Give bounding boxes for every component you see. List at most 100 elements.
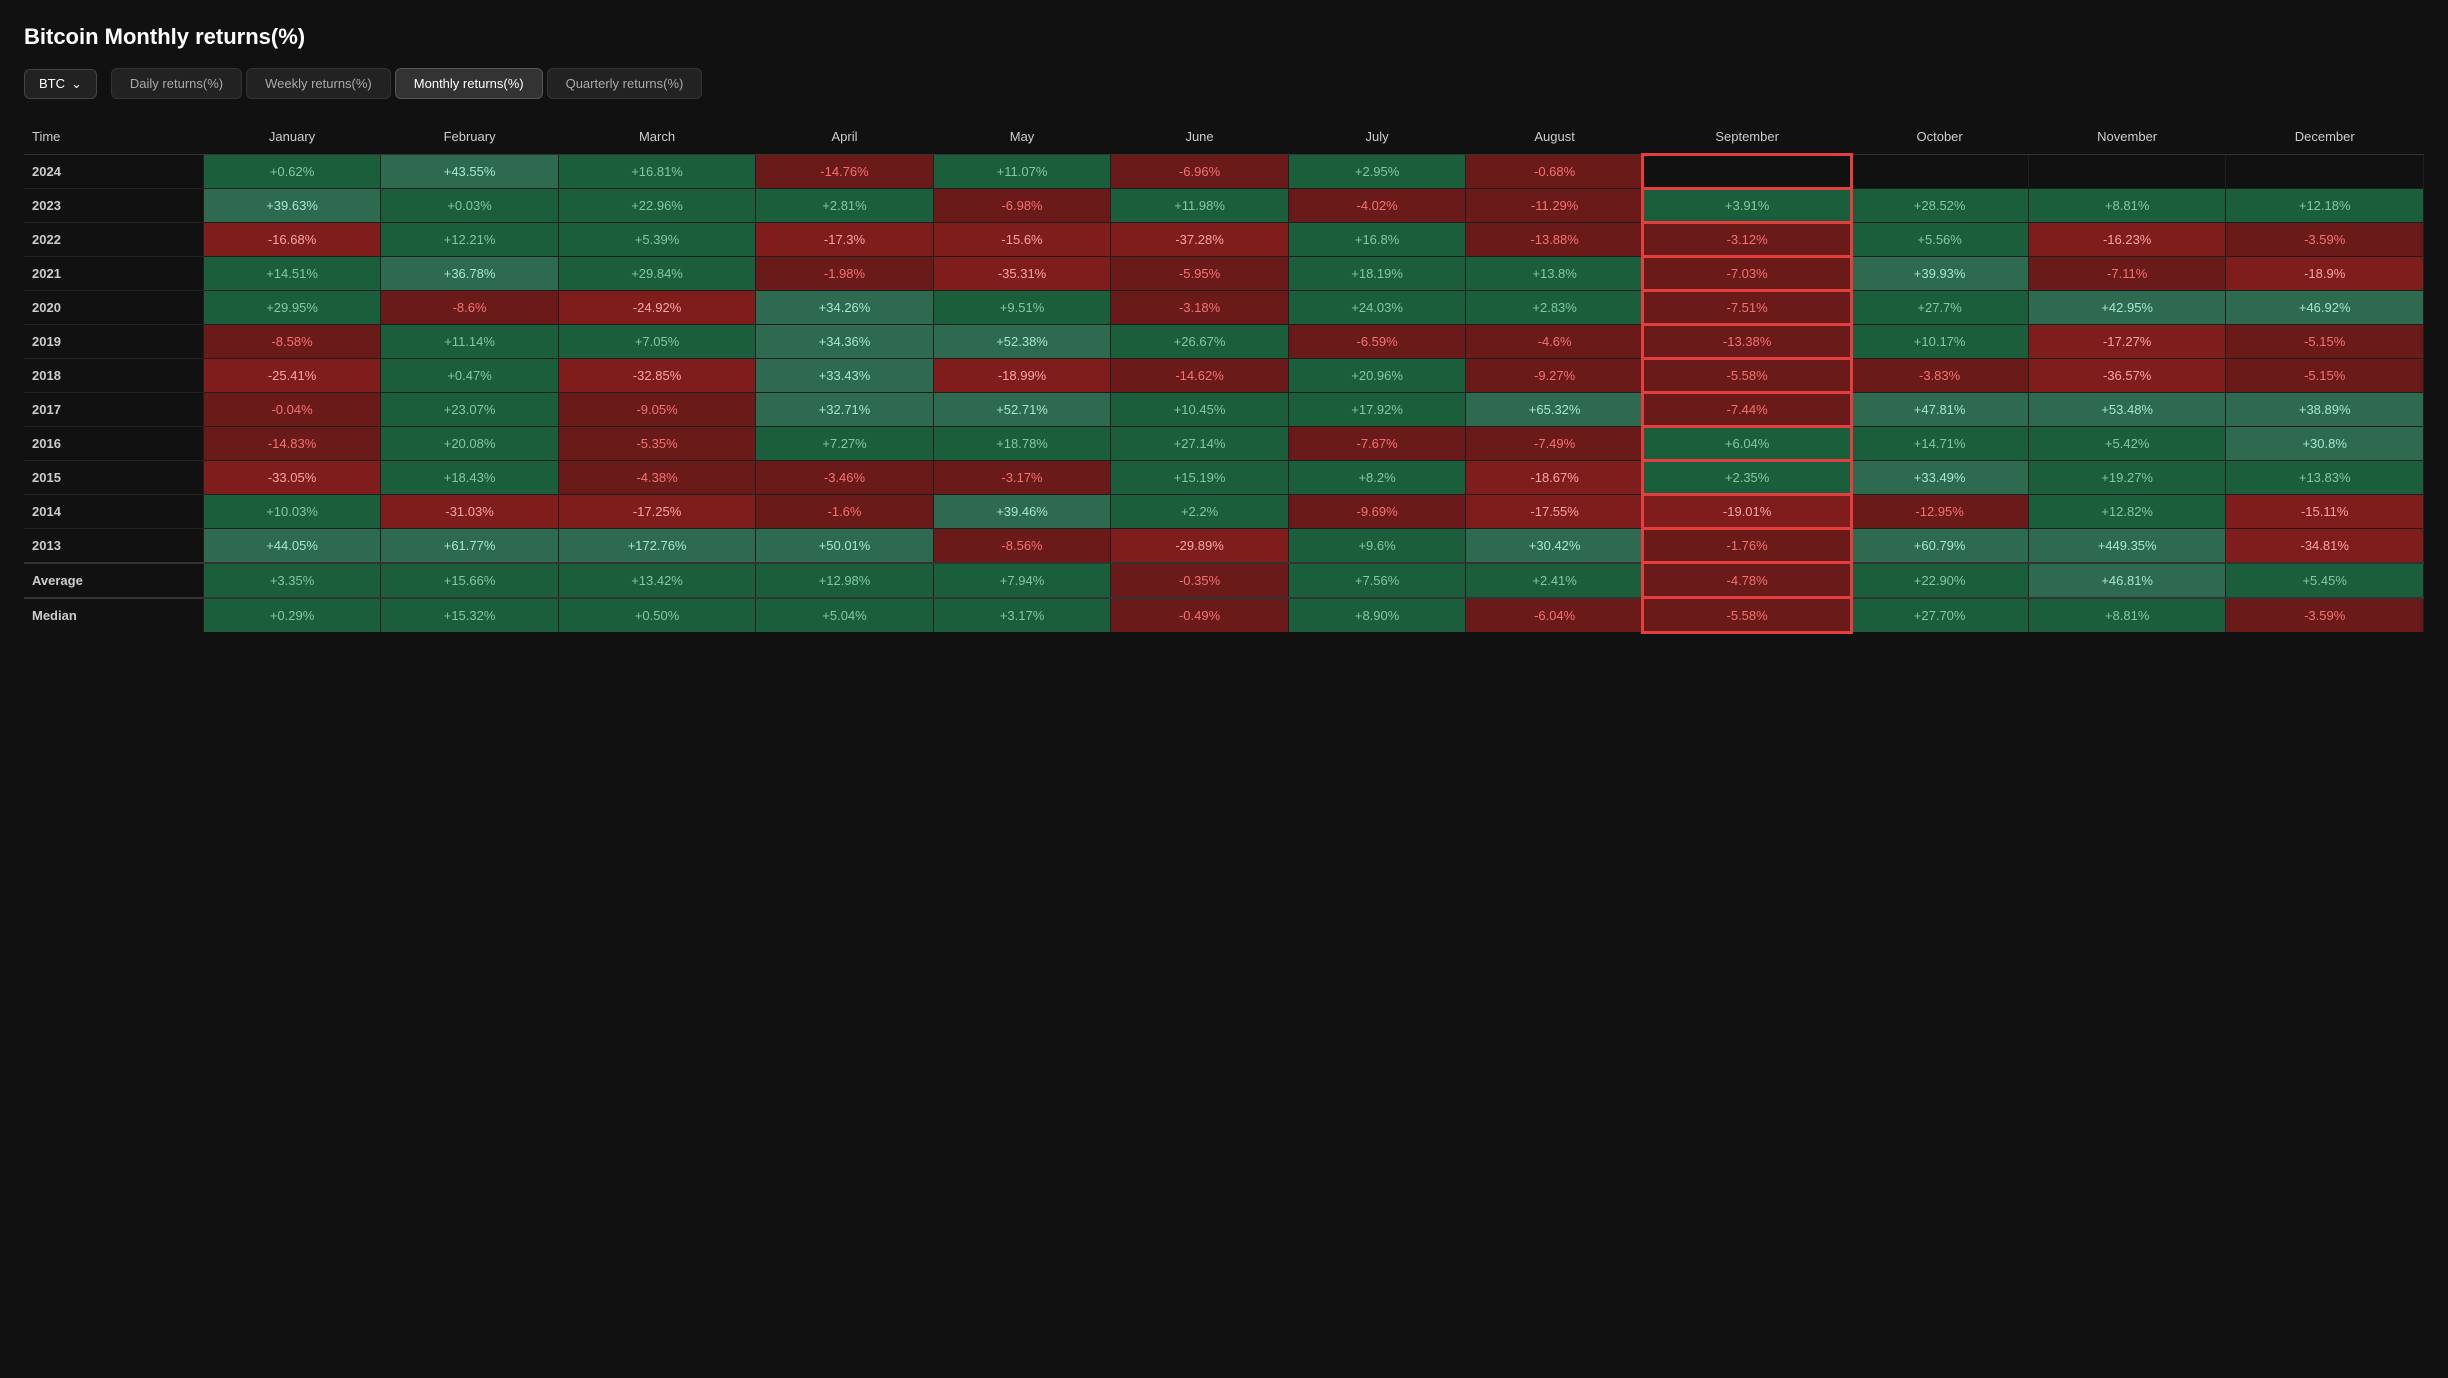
ticker-selector[interactable]: BTC ⌄ [24,69,97,99]
table-cell: -0.49% [1111,598,1289,632]
table-cell: +3.35% [203,563,381,598]
year-cell: 2020 [24,291,203,325]
table-cell: -9.69% [1288,495,1466,529]
summary-row: Average+3.35%+15.66%+13.42%+12.98%+7.94%… [24,563,2424,598]
table-cell: -29.89% [1111,529,1289,564]
tab-weekly[interactable]: Weekly returns(%) [246,68,391,99]
table-cell: +5.04% [756,598,934,632]
table-cell: +61.77% [381,529,559,564]
table-cell: +24.03% [1288,291,1466,325]
table-cell: +7.27% [756,427,934,461]
table-row: 2013+44.05%+61.77%+172.76%+50.01%-8.56%-… [24,529,2424,564]
returns-table: Time January February March April May Ju… [24,119,2424,632]
table-cell: -8.56% [933,529,1111,564]
page-title: Bitcoin Monthly returns(%) [24,24,2424,50]
table-cell: +29.95% [203,291,381,325]
table-cell: -3.59% [2226,598,2424,632]
table-cell: +20.08% [381,427,559,461]
table-cell: +42.95% [2028,291,2226,325]
table-cell: +27.7% [1851,291,2029,325]
table-cell: -12.95% [1851,495,2029,529]
table-cell: +44.05% [203,529,381,564]
chevron-down-icon: ⌄ [71,76,82,92]
table-cell: -3.12% [1643,223,1850,257]
summary-label: Average [24,563,203,598]
col-header-time: Time [24,119,203,155]
table-cell: +53.48% [2028,393,2226,427]
table-cell: -17.25% [558,495,755,529]
tab-daily[interactable]: Daily returns(%) [111,68,242,99]
table-cell: +7.56% [1288,563,1466,598]
table-cell: -13.38% [1643,325,1850,359]
table-cell: -33.05% [203,461,381,495]
table-cell: -19.01% [1643,495,1850,529]
table-cell: +9.6% [1288,529,1466,564]
table-cell: -14.62% [1111,359,1289,393]
tab-monthly[interactable]: Monthly returns(%) [395,68,543,99]
table-row: 2016-14.83%+20.08%-5.35%+7.27%+18.78%+27… [24,427,2424,461]
table-cell: -32.85% [558,359,755,393]
table-cell: +8.81% [2028,598,2226,632]
table-cell: +11.07% [933,155,1111,189]
tab-quarterly[interactable]: Quarterly returns(%) [547,68,703,99]
year-cell: 2018 [24,359,203,393]
table-cell: +9.51% [933,291,1111,325]
table-cell: +2.81% [756,189,934,223]
col-header-jul: July [1288,119,1466,155]
table-cell: +5.39% [558,223,755,257]
table-cell: -1.6% [756,495,934,529]
table-cell: +39.63% [203,189,381,223]
table-cell: +18.43% [381,461,559,495]
table-cell: -5.15% [2226,325,2424,359]
year-cell: 2016 [24,427,203,461]
table-row: 2017-0.04%+23.07%-9.05%+32.71%+52.71%+10… [24,393,2424,427]
col-header-nov: November [2028,119,2226,155]
table-row: 2015-33.05%+18.43%-4.38%-3.46%-3.17%+15.… [24,461,2424,495]
table-cell: -3.59% [2226,223,2424,257]
table-cell: +60.79% [1851,529,2029,564]
table-cell: -5.58% [1643,359,1850,393]
table-cell: +13.83% [2226,461,2424,495]
table-cell: +32.71% [756,393,934,427]
table-cell: +2.83% [1466,291,1644,325]
table-cell: +13.8% [1466,257,1644,291]
table-cell: -5.58% [1643,598,1850,632]
year-cell: 2021 [24,257,203,291]
table-cell: +17.92% [1288,393,1466,427]
table-row: 2018-25.41%+0.47%-32.85%+33.43%-18.99%-1… [24,359,2424,393]
table-cell: -6.59% [1288,325,1466,359]
table-cell: +36.78% [381,257,559,291]
table-row: 2021+14.51%+36.78%+29.84%-1.98%-35.31%-5… [24,257,2424,291]
year-cell: 2024 [24,155,203,189]
table-cell: -14.76% [756,155,934,189]
table-cell: -8.58% [203,325,381,359]
table-row: 2024+0.62%+43.55%+16.81%-14.76%+11.07%-6… [24,155,2424,189]
table-cell: +47.81% [1851,393,2029,427]
table-cell: -31.03% [381,495,559,529]
table-cell: -4.02% [1288,189,1466,223]
table-cell: +10.45% [1111,393,1289,427]
table-cell: +19.27% [2028,461,2226,495]
table-cell: -1.76% [1643,529,1850,564]
table-cell: -11.29% [1466,189,1644,223]
table-cell: +30.8% [2226,427,2424,461]
col-header-may: May [933,119,1111,155]
col-header-jan: January [203,119,381,155]
table-cell: -3.83% [1851,359,2029,393]
table-cell: +8.2% [1288,461,1466,495]
table-row: 2020+29.95%-8.6%-24.92%+34.26%+9.51%-3.1… [24,291,2424,325]
table-cell: -6.98% [933,189,1111,223]
table-cell: -0.04% [203,393,381,427]
table-cell: +0.50% [558,598,755,632]
table-cell: -5.95% [1111,257,1289,291]
col-header-jun: June [1111,119,1289,155]
table-row: 2023+39.63%+0.03%+22.96%+2.81%-6.98%+11.… [24,189,2424,223]
table-cell: +6.04% [1643,427,1850,461]
table-cell: -6.04% [1466,598,1644,632]
table-cell: -5.15% [2226,359,2424,393]
table-cell [2028,155,2226,189]
table-cell: +52.38% [933,325,1111,359]
table-cell: -24.92% [558,291,755,325]
summary-label: Median [24,598,203,632]
year-cell: 2019 [24,325,203,359]
